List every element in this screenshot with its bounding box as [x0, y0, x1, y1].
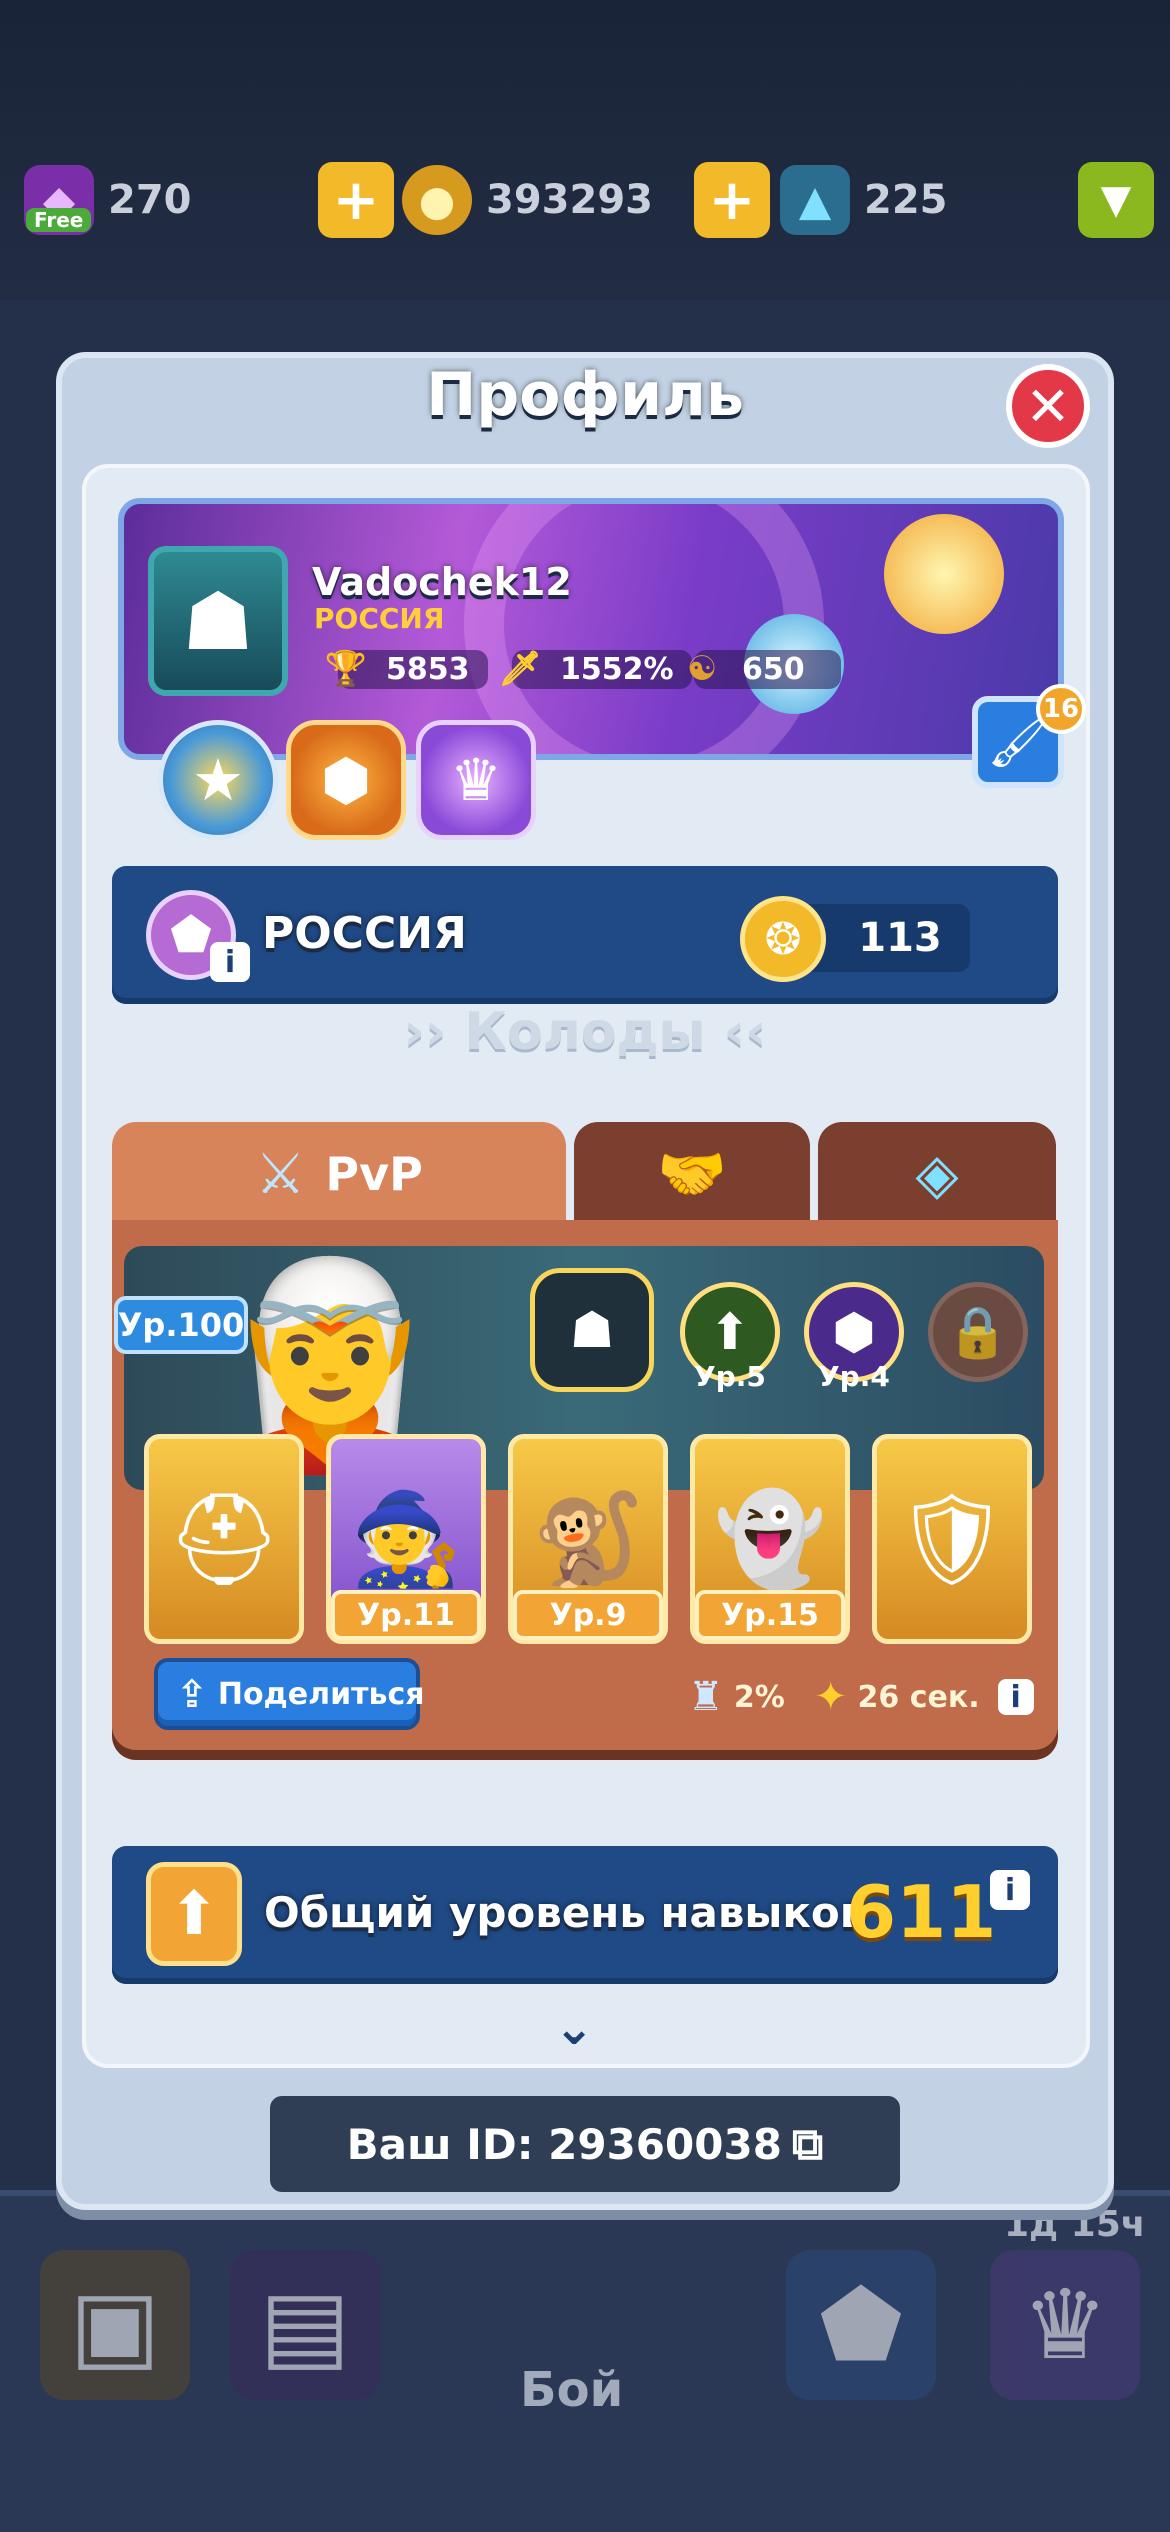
crown-icon[interactable]: ♛ — [990, 2250, 1140, 2400]
tab-pvp[interactable]: ⚔ PvP — [112, 1122, 566, 1226]
player-name: Vadochek12 — [312, 560, 572, 604]
clan-score: 113 — [858, 915, 942, 961]
clan-info-icon[interactable]: i — [210, 942, 250, 982]
crit-stat: 🗡 1552% — [498, 646, 692, 692]
player-country: РОССИЯ — [314, 602, 445, 635]
paladin-card[interactable]: 🛡 — [872, 1434, 1032, 1644]
coins-count: 393293 — [486, 177, 653, 223]
coin-icon: ● — [402, 165, 472, 235]
karma-stat: ☯ 650 — [680, 646, 841, 692]
locked-slot-icon[interactable]: 🔒 — [928, 1282, 1028, 1382]
hero-level-badge: Ур.100 — [114, 1296, 248, 1354]
skull-medal-icon[interactable]: ♛ — [416, 720, 536, 840]
gems-count: 270 — [108, 177, 192, 223]
swords-icon: ⚔ — [255, 1141, 306, 1207]
player-avatar[interactable]: ☗ — [148, 546, 288, 696]
event-timer: 1д 15ч — [1004, 2204, 1146, 2245]
decks-title-text: Колоды — [464, 1002, 706, 1062]
sword-icon: 🗡 — [498, 649, 542, 689]
chest-icon[interactable]: ▣ — [40, 2250, 190, 2400]
chevron-right-icon: ›› — [403, 1002, 465, 1062]
share-button[interactable]: ⇪ Поделиться — [154, 1658, 425, 1730]
copy-icon[interactable]: ⧉ — [792, 2119, 823, 2170]
knight-card[interactable]: ⛑ — [144, 1434, 304, 1644]
clan-icon[interactable]: ⬟ — [786, 2250, 936, 2400]
handshake-icon: 🤝 — [657, 1142, 727, 1207]
time-stat: ✦ 26 сек. i — [814, 1670, 1034, 1724]
tab-pvp-label: PvP — [325, 1147, 423, 1201]
winrate-stat: ♜ 2% — [688, 1670, 785, 1724]
deck-info-icon[interactable]: i — [997, 1679, 1034, 1715]
coins-resource: ● 393293 — [402, 165, 653, 235]
crystals-resource: ▲ 225 — [780, 165, 948, 235]
share-icon: ⇪ — [176, 1672, 208, 1716]
star-medal-icon[interactable]: ★ — [158, 720, 278, 840]
battle-label[interactable]: Бой — [520, 2362, 623, 2418]
tower-icon: ♜ — [688, 1674, 724, 1720]
skill-arrow-icon: ⬆ — [146, 1862, 242, 1966]
crystal-tab-icon: ◈ — [915, 1141, 959, 1207]
talent-1-level: Ур.5 — [694, 1360, 766, 1393]
add-crystals-button[interactable]: + — [694, 162, 770, 238]
time-value: 26 сек. — [857, 1679, 980, 1715]
skills-label: Общий уровень навыков — [264, 1888, 867, 1937]
trophies-stat: 🏆 5853 — [324, 646, 488, 692]
eagle-icon: ✦ — [814, 1674, 848, 1720]
hero-talent-icon[interactable]: ☗ — [530, 1268, 654, 1392]
chevron-down-icon[interactable]: ⌄ — [554, 2000, 594, 2056]
close-button[interactable]: ✕ — [1006, 364, 1090, 448]
shield-medal-icon[interactable]: ⬢ — [286, 720, 406, 840]
close-icon: ✕ — [1025, 374, 1071, 438]
clan-name: РОССИЯ — [262, 908, 467, 959]
trophy-icon: 🏆 — [324, 649, 368, 689]
monkey-card-level: Ур.9 — [513, 1590, 663, 1640]
player-id-label: Ваш ID: 29360038 — [346, 2119, 782, 2169]
share-label: Поделиться — [217, 1676, 425, 1712]
chevron-left-icon: ‹‹ — [705, 1002, 767, 1062]
spirit-card-level: Ур.15 — [695, 1590, 845, 1640]
cards-icon[interactable]: ▤ — [230, 2250, 380, 2400]
clan-medal-icon: ❂ — [740, 896, 826, 982]
karma-icon: ☯ — [686, 649, 718, 689]
free-tag: Free — [26, 208, 92, 232]
crystals-count: 225 — [864, 177, 948, 223]
crystal-icon: ▲ — [780, 165, 850, 235]
add-coins-button[interactable]: + — [318, 162, 394, 238]
tab-coop[interactable]: 🤝 — [574, 1122, 810, 1226]
modal-title: Профиль — [426, 360, 744, 430]
winrate-value: 2% — [733, 1679, 785, 1715]
star-orb-icon — [884, 514, 1004, 634]
talent-2-level: Ур.4 — [818, 1360, 890, 1393]
tab-crystal[interactable]: ◈ — [818, 1122, 1056, 1226]
hooded-hero-icon: ☗ — [182, 574, 254, 668]
skills-value: 611 — [846, 1870, 997, 1954]
top-resource-bar — [0, 0, 1170, 300]
skills-info-icon[interactable]: i — [990, 1870, 1030, 1910]
witch-card-level: Ур.11 — [331, 1590, 481, 1640]
player-id-bar[interactable]: Ваш ID: 29360038 ⧉ — [270, 2096, 900, 2192]
decks-section-title: ›› Колоды ‹‹ — [0, 1002, 1170, 1062]
dropdown-button[interactable]: ▼ — [1078, 162, 1154, 238]
customize-badge: 16 — [1036, 684, 1086, 734]
